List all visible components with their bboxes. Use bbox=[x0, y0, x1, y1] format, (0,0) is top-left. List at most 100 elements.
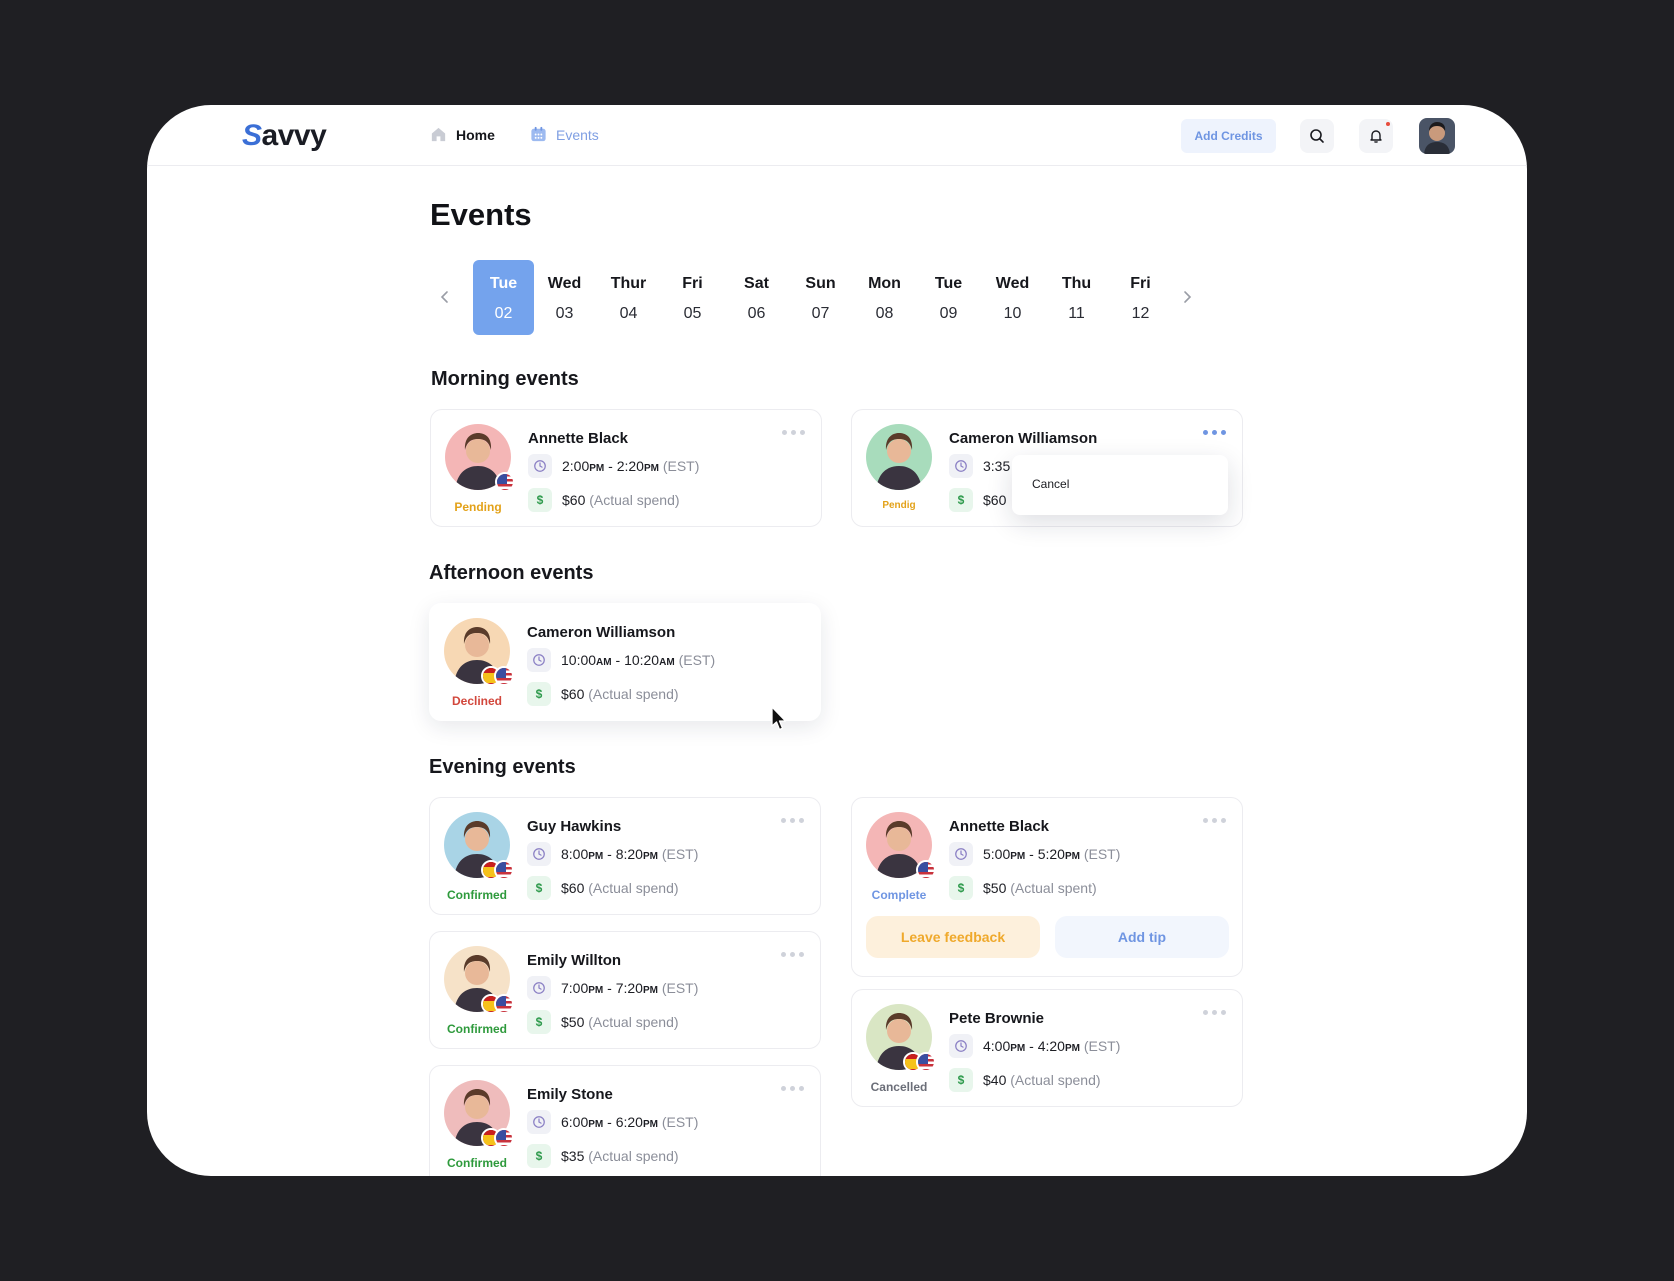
date-day-number: 09 bbox=[939, 305, 958, 322]
next-dates-button[interactable] bbox=[1172, 282, 1202, 312]
clock-icon bbox=[527, 842, 551, 866]
date-item[interactable]: Wed 10 bbox=[982, 260, 1043, 335]
clock-icon bbox=[527, 1110, 551, 1134]
more-options-button[interactable] bbox=[1199, 426, 1230, 439]
date-selector: Tue 02 Wed 03 Thur 04 Fri 05 Sat 06 Sun 07 Mon… bbox=[430, 260, 1210, 335]
date-day-number: 04 bbox=[619, 305, 638, 322]
event-spend: $ $60 (Actual spend) bbox=[528, 488, 680, 512]
us-flag-icon bbox=[494, 994, 514, 1014]
event-time: 8:00PM - 8:20PM (EST) bbox=[527, 842, 698, 866]
avatar bbox=[866, 424, 932, 490]
date-day-number: 03 bbox=[555, 305, 574, 322]
attendee-name: Emily Willton bbox=[527, 952, 622, 969]
event-avatar bbox=[866, 424, 932, 490]
event-time: 4:00PM - 4:20PM (EST) bbox=[949, 1034, 1120, 1058]
event-time: 6:00PM - 6:20PM (EST) bbox=[527, 1110, 698, 1134]
more-options-button[interactable] bbox=[1199, 814, 1230, 827]
bell-icon bbox=[1370, 130, 1382, 143]
date-item[interactable]: Fri 12 bbox=[1110, 260, 1171, 335]
search-button[interactable] bbox=[1300, 119, 1334, 153]
event-avatar bbox=[445, 424, 515, 492]
clock-icon bbox=[949, 1034, 973, 1058]
event-time: 7:00PM - 7:20PM (EST) bbox=[527, 976, 698, 1000]
date-item[interactable]: Tue 09 bbox=[918, 260, 979, 335]
clock-icon bbox=[527, 976, 551, 1000]
event-card[interactable]: Confirmed Guy Hawkins 8:00PM - 8:20PM (E… bbox=[429, 797, 821, 915]
flags bbox=[481, 994, 514, 1014]
date-day-name: Sat bbox=[744, 275, 769, 292]
nav-events-label: Events bbox=[556, 126, 599, 143]
event-card[interactable]: Confirmed Emily Willton 7:00PM - 7:20PM … bbox=[429, 931, 821, 1049]
options-dropdown: Cancel bbox=[1012, 455, 1228, 515]
event-card[interactable]: Pending Annette Black 2:00PM - 2:20PM (E… bbox=[430, 409, 822, 527]
status-badge: Confirmed bbox=[447, 888, 507, 902]
event-time: 5:00PM - 5:20PM (EST) bbox=[949, 842, 1120, 866]
date-day-number: 07 bbox=[811, 305, 830, 322]
logo[interactable]: Savvy bbox=[242, 119, 327, 153]
more-options-button[interactable] bbox=[777, 814, 808, 827]
event-avatar bbox=[444, 946, 514, 1014]
status-badge: Declined bbox=[451, 694, 502, 708]
more-options-button[interactable] bbox=[1199, 1006, 1230, 1019]
add-tip-button[interactable]: Add tip bbox=[1055, 916, 1229, 958]
section-title-afternoon: Afternoon events bbox=[429, 562, 594, 584]
date-day-number: 08 bbox=[875, 305, 894, 322]
date-item-selected[interactable]: Tue 02 bbox=[473, 260, 534, 335]
chevron-left-icon bbox=[440, 291, 448, 303]
event-time: 2:00PM - 2:20PM (EST) bbox=[528, 454, 699, 478]
date-item[interactable]: Thu 11 bbox=[1046, 260, 1107, 335]
date-day-number: 06 bbox=[747, 305, 766, 322]
date-item[interactable]: Mon 08 bbox=[854, 260, 915, 335]
nav-home[interactable]: Home bbox=[429, 125, 495, 144]
date-item[interactable]: Sun 07 bbox=[790, 260, 851, 335]
add-credits-button[interactable]: Add Credits bbox=[1181, 119, 1276, 153]
date-day-name: Fri bbox=[1130, 275, 1151, 292]
event-spend: $ $60 bbox=[949, 488, 1006, 512]
clock-icon bbox=[528, 454, 552, 478]
event-card[interactable]: Cancelled Pete Brownie 4:00PM - 4:20PM (… bbox=[851, 989, 1243, 1107]
more-options-button[interactable] bbox=[778, 426, 809, 439]
event-spend: $ $50 (Actual spend) bbox=[527, 1010, 679, 1034]
us-flag-icon bbox=[916, 860, 936, 880]
event-card[interactable]: Complete Annette Black 5:00PM - 5:20PM (… bbox=[851, 797, 1243, 977]
us-flag-icon bbox=[494, 1128, 514, 1148]
date-day-name: Wed bbox=[547, 275, 582, 292]
event-card[interactable]: Declined Cameron Williamson 10:00AM - 10… bbox=[429, 603, 821, 721]
event-spend: $ $60 (Actual spend) bbox=[527, 876, 679, 900]
calendar-icon bbox=[531, 126, 546, 142]
cancel-menu-item[interactable]: Cancel bbox=[1032, 477, 1069, 491]
event-card[interactable]: Pendig Cameron Williamson 3:35 $ $60 Can… bbox=[851, 409, 1243, 527]
date-day-name: Tue bbox=[934, 275, 963, 292]
event-card[interactable]: Confirmed Emily Stone 6:00PM - 6:20PM (E… bbox=[429, 1065, 821, 1176]
prev-dates-button[interactable] bbox=[430, 282, 460, 312]
event-spend: $ $40 (Actual spend) bbox=[949, 1068, 1101, 1092]
more-options-button[interactable] bbox=[777, 948, 808, 961]
section-title-morning: Morning events bbox=[431, 368, 579, 390]
date-item[interactable]: Wed 03 bbox=[534, 260, 595, 335]
section-title-evening: Evening events bbox=[429, 756, 576, 778]
nav-home-label: Home bbox=[456, 126, 495, 143]
notification-dot bbox=[1386, 122, 1390, 126]
leave-feedback-button[interactable]: Leave feedback bbox=[866, 916, 1040, 958]
flags bbox=[481, 666, 514, 686]
event-avatar bbox=[444, 1080, 514, 1148]
more-options-button[interactable] bbox=[777, 1082, 808, 1095]
us-flag-icon bbox=[495, 472, 515, 492]
date-day-number: 10 bbox=[1003, 305, 1022, 322]
user-avatar[interactable] bbox=[1419, 118, 1455, 154]
date-day-number: 12 bbox=[1131, 305, 1150, 322]
attendee-name: Emily Stone bbox=[527, 1086, 613, 1103]
notifications-button[interactable] bbox=[1359, 119, 1393, 153]
attendee-name: Guy Hawkins bbox=[527, 818, 622, 835]
event-avatar bbox=[444, 812, 514, 880]
date-item[interactable]: Thur 04 bbox=[598, 260, 659, 335]
top-navbar: Savvy Home Events Add Credits bbox=[147, 105, 1527, 166]
date-day-name: Thur bbox=[610, 275, 647, 292]
event-spend: $ $50 (Actual spent) bbox=[949, 876, 1097, 900]
dollar-icon: $ bbox=[949, 488, 973, 512]
date-item[interactable]: Fri 05 bbox=[662, 260, 723, 335]
nav-events[interactable]: Events bbox=[529, 125, 599, 144]
date-item[interactable]: Sat 06 bbox=[726, 260, 787, 335]
date-day-name: Tue bbox=[489, 275, 518, 292]
flags bbox=[481, 860, 514, 880]
